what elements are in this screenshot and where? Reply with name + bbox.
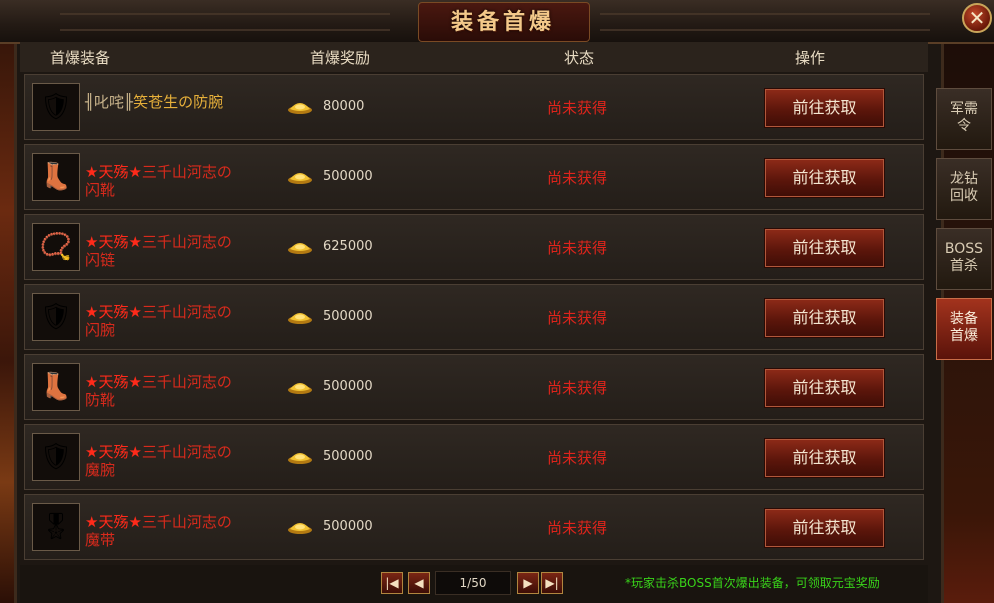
page-indicator: 1/50 [435,571,511,595]
item-name: ╢叱咤╟笑苍生の防腕 [85,93,245,111]
side-tab-3[interactable]: 装备 首爆 [936,298,992,360]
side-tab-label-2: 回收 [950,188,978,204]
reward-amount: 500000 [323,309,373,324]
side-tab-2[interactable]: BOSS 首杀 [936,228,992,290]
item-slot[interactable]: 📿 [32,223,80,271]
item-slot[interactable]: 🛡 [32,293,80,341]
item-name: ★天殇★三千山河志の闪靴 [85,163,245,199]
table-row: 👢 ★天殇★三千山河志の闪靴 500000 尚未获得 前往获取 [24,144,924,210]
item-name-prefix: ★天殇★ [85,443,142,461]
go-obtain-button[interactable]: 前往获取 [764,508,885,548]
gold-ingot-icon [288,523,312,534]
title-bar: 装备首爆 ✕ [0,0,994,44]
gold-ingot-icon [288,313,312,324]
item-name-prefix: ★天殇★ [85,513,142,531]
side-tab-label-2: 首爆 [950,328,978,344]
title-decoration-left [60,13,390,31]
side-tab-0[interactable]: 军需令 [936,88,992,150]
first-page-button[interactable]: |◀ [381,572,403,594]
go-obtain-button[interactable]: 前往获取 [764,228,885,268]
close-icon: ✕ [968,6,986,30]
header-item: 首爆装备 [50,49,111,67]
side-tab-label-1: 装备 [950,311,978,327]
title-decoration-right [600,13,930,31]
footer-note: *玩家击杀BOSS首次爆出装备，可领取元宝奖励 [625,576,880,590]
table-header: 首爆装备 首爆奖励 状态 操作 [20,42,928,72]
table-row: 🛡 ╢叱咤╟笑苍生の防腕 80000 尚未获得 前往获取 [24,74,924,140]
header-reward: 首爆奖励 [310,49,371,67]
side-tab-label-1: 军需 [950,101,978,117]
bracer-icon: 🛡 [39,442,73,472]
table-row: 👢 ★天殇★三千山河志の防靴 500000 尚未获得 前往获取 [24,354,924,420]
item-name: ★天殇★三千山河志の闪链 [85,233,245,269]
item-name-prefix: ★天殇★ [85,303,142,321]
header-action: 操作 [795,49,826,67]
table-row: 🛡 ★天殇★三千山河志の闪腕 500000 尚未获得 前往获取 [24,284,924,350]
item-slot[interactable]: 👢 [32,363,80,411]
item-slot[interactable]: 👢 [32,153,80,201]
item-list: 🛡 ╢叱咤╟笑苍生の防腕 80000 尚未获得 前往获取 👢 ★天殇★三千山河志の闪靴 500… [24,74,926,564]
go-obtain-button[interactable]: 前往获取 [764,298,885,338]
item-name: ★天殇★三千山河志の魔腕 [85,443,245,479]
item-slot[interactable]: 🛡 [32,83,80,131]
boots-icon: 👢 [39,372,73,402]
side-tab-label-1: 龙钻 [950,171,978,187]
go-obtain-button[interactable]: 前往获取 [764,438,885,478]
belt-icon: 🎖 [39,512,73,542]
next-page-button[interactable]: ▶ [517,572,539,594]
side-tab-label-1: BOSS [944,241,984,257]
prev-page-button[interactable]: ◀ [408,572,430,594]
item-name-prefix: ★天殇★ [85,163,142,181]
reward-amount: 500000 [323,449,373,464]
item-name: ★天殇★三千山河志の防靴 [85,373,245,409]
bracer-icon: 🛡 [39,92,73,122]
side-tab-label-2: 令 [957,118,971,134]
item-name: ★天殇★三千山河志の闪腕 [85,303,245,339]
go-obtain-button[interactable]: 前往获取 [764,158,885,198]
status-text: 尚未获得 [547,379,608,397]
side-tab-1[interactable]: 龙钻 回收 [936,158,992,220]
status-text: 尚未获得 [547,519,608,537]
reward-amount: 500000 [323,379,373,394]
status-text: 尚未获得 [547,169,608,187]
necklace-icon: 📿 [39,232,73,262]
close-button[interactable]: ✕ [962,3,992,33]
table-row: 📿 ★天殇★三千山河志の闪链 625000 尚未获得 前往获取 [24,214,924,280]
window-title: 装备首爆 [450,9,555,35]
gold-ingot-icon [288,453,312,464]
item-name-prefix: ★天殇★ [85,233,142,251]
status-text: 尚未获得 [547,99,608,117]
item-slot[interactable]: 🛡 [32,433,80,481]
table-row: 🎖 ★天殇★三千山河志の魔带 500000 尚未获得 前往获取 [24,494,924,560]
reward-amount: 625000 [323,239,373,254]
item-name-prefix: ★天殇★ [85,373,142,391]
status-text: 尚未获得 [547,309,608,327]
side-tabs: 军需令龙钻 回收 BOSS 首杀 装备 首爆 [936,88,994,368]
gold-ingot-icon [288,383,312,394]
gold-ingot-icon [288,103,312,114]
item-name: ★天殇★三千山河志の魔带 [85,513,245,549]
header-status: 状态 [564,49,595,67]
status-text: 尚未获得 [547,449,608,467]
gold-ingot-icon [288,243,312,254]
status-text: 尚未获得 [547,239,608,257]
last-page-button[interactable]: ▶| [541,572,563,594]
go-obtain-button[interactable]: 前往获取 [764,368,885,408]
table-row: 🛡 ★天殇★三千山河志の魔腕 500000 尚未获得 前往获取 [24,424,924,490]
go-obtain-button[interactable]: 前往获取 [764,88,885,128]
item-slot[interactable]: 🎖 [32,503,80,551]
side-tab-label-2: 首杀 [950,258,978,274]
bracer-icon: 🛡 [39,302,73,332]
reward-amount: 500000 [323,169,373,184]
item-name-text: 笑苍生の防腕 [133,93,224,111]
item-name-prefix: ╢叱咤╟ [85,93,134,111]
boots-icon: 👢 [39,162,73,192]
reward-amount: 80000 [323,99,365,114]
gold-ingot-icon [288,173,312,184]
reward-amount: 500000 [323,519,373,534]
